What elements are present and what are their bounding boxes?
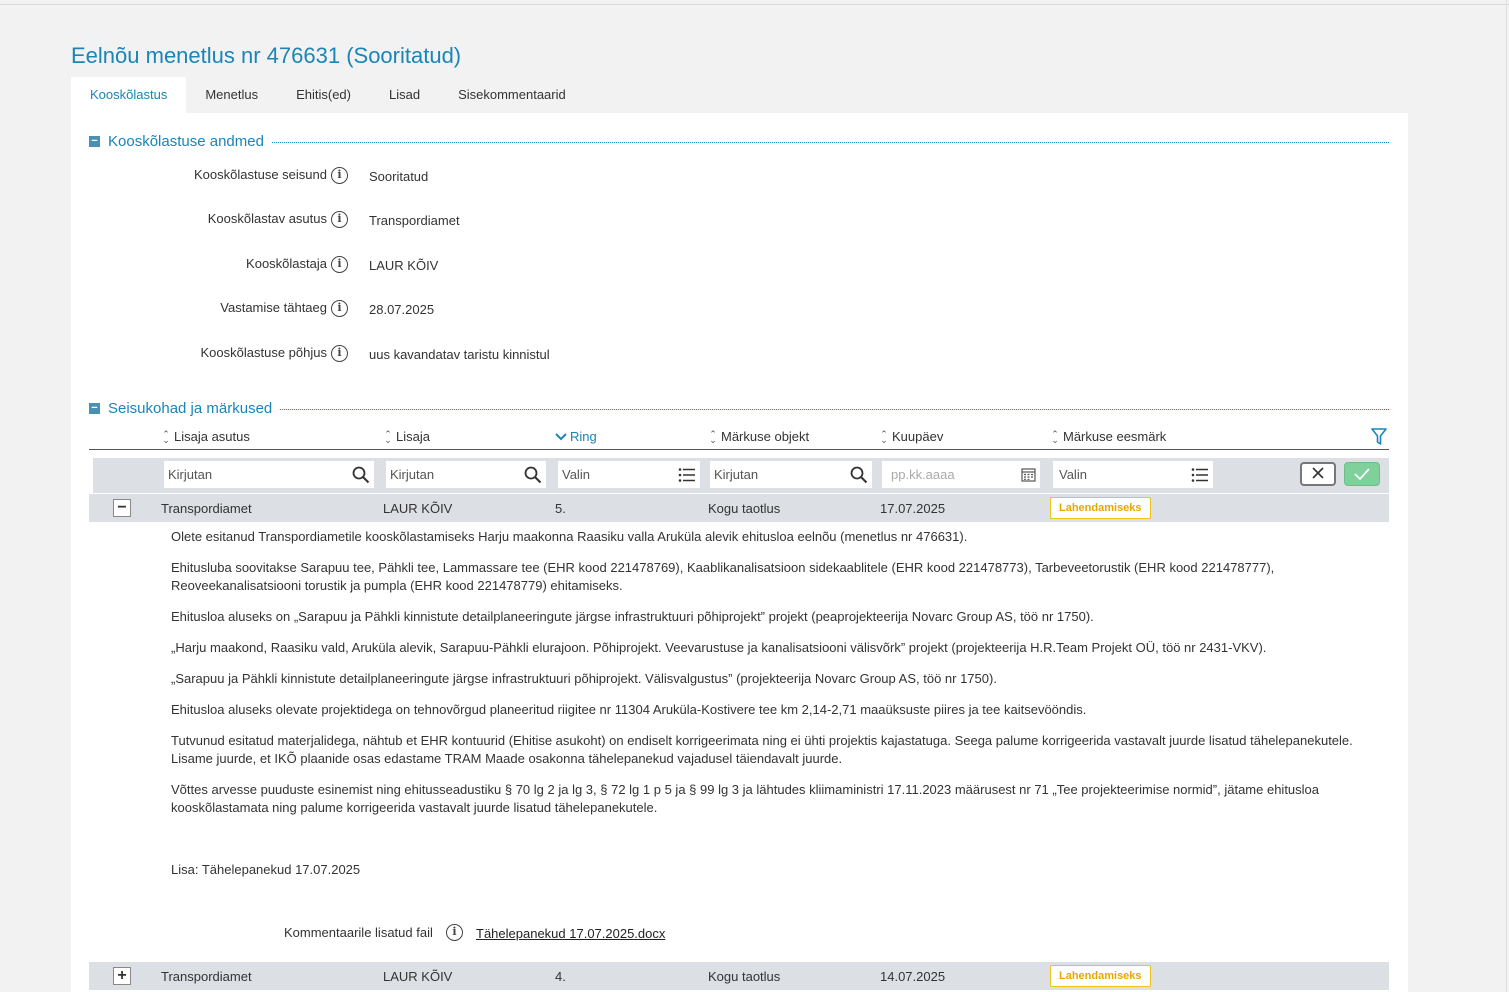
- cell-lisaja: LAUR KÕIV: [383, 501, 453, 516]
- comment-paragraph: Võttes arvesse puuduste esinemist ning e…: [171, 782, 1320, 815]
- field-value: uus kavandatav taristu kinnistul: [369, 347, 550, 362]
- tab-bar: Kooskõlastus Menetlus Ehitis(ed) Lisad S…: [71, 77, 585, 113]
- column-header-ring[interactable]: Ring: [555, 429, 597, 444]
- section-header-kooskolastuse-andmed: − Kooskõlastuse andmed: [89, 133, 1389, 150]
- section-divider: [280, 409, 1389, 410]
- tab-lisad[interactable]: Lisad: [370, 77, 439, 113]
- filter-select-ring[interactable]: Valin: [557, 460, 701, 489]
- cell-ring: 4.: [555, 969, 566, 984]
- top-divider: [0, 4, 1509, 5]
- column-header-markuse-objekt[interactable]: ⌃ ⌄ Märkuse objekt: [709, 429, 809, 444]
- filter-input-markuse-objekt[interactable]: Kirjutan: [709, 460, 873, 489]
- comment-paragraph: „Harju maakond, Raasiku vald, Aruküla al…: [171, 640, 1267, 655]
- section-title[interactable]: Seisukohad ja märkused: [108, 400, 272, 417]
- sort-icon: ⌃ ⌄: [384, 428, 392, 445]
- sort-icon: ⌃ ⌄: [1051, 428, 1059, 445]
- info-icon[interactable]: i: [331, 300, 348, 317]
- calendar-icon: [1021, 468, 1036, 482]
- cell-kuupaev: 14.07.2025: [880, 969, 946, 984]
- search-icon: [352, 466, 370, 484]
- comment-paragraph: Olete esitanud Transpordiametile kooskõl…: [171, 529, 968, 544]
- table-header: ⌃ ⌄ Lisaja asutus ⌃ ⌄ Lisaja Ring ⌃ ⌄ Märkuse …: [89, 426, 1389, 450]
- close-icon: [1312, 467, 1324, 479]
- comment-paragraph: Ehitusloa aluseks olevate projektidega o…: [171, 702, 1087, 717]
- column-header-lisaja-asutus[interactable]: ⌃ ⌄ Lisaja asutus: [162, 429, 250, 444]
- status-badge: Lahendamiseks: [1050, 965, 1151, 987]
- filter-select-markuse-eesmark[interactable]: Valin: [1052, 460, 1214, 489]
- tab-kooskolastus[interactable]: Kooskõlastus: [71, 77, 187, 113]
- info-icon[interactable]: i: [446, 924, 463, 941]
- list-icon: [1191, 468, 1208, 482]
- cell-markuse-objekt: Kogu taotlus: [708, 969, 781, 984]
- tab-menetlus[interactable]: Menetlus: [186, 77, 277, 113]
- apply-filter-button[interactable]: [1344, 462, 1380, 486]
- section-header-seisukohad: − Seisukohad ja märkused: [89, 400, 1389, 417]
- search-icon: [850, 466, 868, 484]
- field-value: LAUR KÕIV: [369, 258, 439, 273]
- field-label: Kooskõlastaja: [246, 256, 327, 271]
- field-seisund: Kooskõlastuse seisund i Sooritatud: [71, 164, 771, 186]
- field-label: Kooskõlastav asutus: [207, 211, 327, 226]
- expand-row-button[interactable]: +: [113, 967, 131, 985]
- column-header-kuupaev[interactable]: ⌃ ⌄ Kuupäev: [880, 429, 943, 444]
- table-row[interactable]: − Transpordiamet LAUR KÕIV 5. Kogu taotl…: [89, 494, 1389, 522]
- comment-body: Olete esitanud Transpordiametile kooskõl…: [171, 528, 1371, 892]
- check-icon: [1354, 468, 1370, 481]
- filter-icon[interactable]: [1371, 428, 1387, 446]
- info-icon[interactable]: i: [331, 345, 348, 362]
- column-header-lisaja[interactable]: ⌃ ⌄ Lisaja: [384, 429, 430, 444]
- field-pohjus: Kooskõlastuse põhjus i uus kavandatav ta…: [71, 342, 771, 364]
- field-label: Kooskõlastuse seisund: [194, 167, 327, 182]
- clear-filter-button[interactable]: [1300, 462, 1336, 486]
- comment-paragraph: „Sarapuu ja Pähkli kinnistute detailplan…: [171, 671, 997, 686]
- sort-icon: ⌃ ⌄: [162, 428, 170, 445]
- cell-lisaja: LAUR KÕIV: [383, 969, 453, 984]
- collapse-row-button[interactable]: −: [113, 499, 131, 517]
- cell-lisaja-asutus: Transpordiamet: [161, 969, 252, 984]
- section-title[interactable]: Kooskõlastuse andmed: [108, 133, 264, 150]
- status-badge: Lahendamiseks: [1050, 497, 1151, 519]
- field-label: Kooskõlastuse põhjus: [200, 345, 327, 360]
- collapse-icon[interactable]: −: [89, 136, 100, 147]
- sort-icon: ⌃ ⌄: [880, 428, 888, 445]
- comment-paragraph: Ehitusloa aluseks on „Sarapuu ja Pähkli …: [171, 609, 1094, 624]
- search-icon: [524, 466, 542, 484]
- tab-sisekommentaarid[interactable]: Sisekommentaarid: [439, 77, 585, 113]
- comment-paragraph: Ehitusluba soovitakse Sarapuu tee, Pähkl…: [171, 560, 1275, 593]
- section-divider: [271, 142, 1389, 143]
- field-value: 28.07.2025: [369, 302, 435, 317]
- list-icon: [678, 468, 695, 482]
- field-kooskolastaja: Kooskõlastaja i LAUR KÕIV: [71, 253, 771, 275]
- cell-kuupaev: 17.07.2025: [880, 501, 946, 516]
- sort-desc-icon: [555, 432, 567, 440]
- right-divider: [1506, 0, 1507, 992]
- sort-icon: ⌃ ⌄: [709, 428, 717, 445]
- table-row[interactable]: + Transpordiamet LAUR KÕIV 4. Kogu taotl…: [89, 962, 1389, 990]
- field-label: Vastamise tähtaeg: [220, 300, 327, 315]
- cell-ring: 5.: [555, 501, 566, 516]
- cell-markuse-objekt: Kogu taotlus: [708, 501, 781, 516]
- filter-date-kuupaev[interactable]: pp.kk.aaaa: [881, 460, 1041, 489]
- filter-input-lisaja[interactable]: Kirjutan: [385, 460, 547, 489]
- cell-lisaja-asutus: Transpordiamet: [161, 501, 252, 516]
- attachment-row: Kommentaarile lisatud fail i Tähelepanek…: [284, 924, 784, 944]
- attachment-label: Kommentaarile lisatud fail: [284, 925, 433, 940]
- info-icon[interactable]: i: [331, 211, 348, 228]
- comment-paragraph: Lisa: Tähelepanekud 17.07.2025: [171, 862, 361, 877]
- page-title: Eelnõu menetlus nr 476631 (Sooritatud): [71, 43, 462, 68]
- column-header-markuse-eesmark[interactable]: ⌃ ⌄ Märkuse eesmärk: [1051, 429, 1166, 444]
- attachment-link[interactable]: Tähelepanekud 17.07.2025.docx: [476, 926, 665, 941]
- info-icon[interactable]: i: [331, 256, 348, 273]
- content-panel: − Kooskõlastuse andmed Kooskõlastuse sei…: [71, 113, 1408, 992]
- filter-input-lisaja-asutus[interactable]: Kirjutan: [163, 460, 375, 489]
- field-value: Sooritatud: [369, 169, 429, 184]
- field-value: Transpordiamet: [369, 213, 460, 228]
- tab-ehitised[interactable]: Ehitis(ed): [277, 77, 370, 113]
- info-icon[interactable]: i: [331, 167, 348, 184]
- filter-row: Kirjutan Kirjutan Valin Kirjutan pp.kk.a…: [93, 458, 1389, 493]
- collapse-icon[interactable]: −: [89, 403, 100, 414]
- comment-paragraph: Tutvunud esitatud materjalidega, nähtub …: [171, 733, 1353, 766]
- field-asutus: Kooskõlastav asutus i Transpordiamet: [71, 208, 771, 230]
- field-tahtaeg: Vastamise tähtaeg i 28.07.2025: [71, 297, 771, 319]
